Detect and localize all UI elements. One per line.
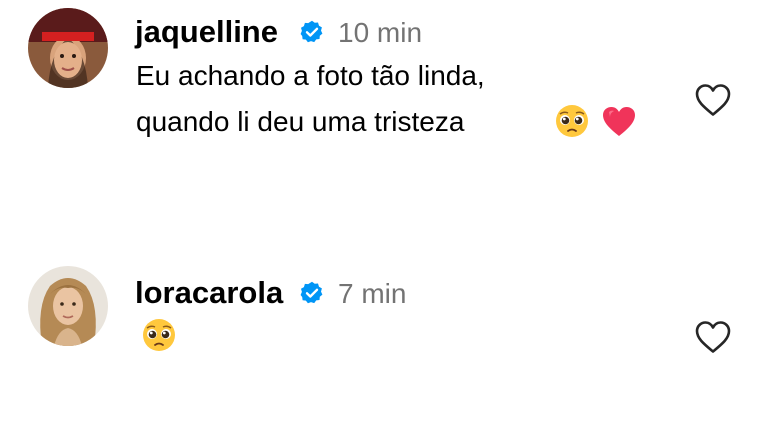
comment-item: loracarola 7 min <box>0 240 774 436</box>
pleading-face-emoji <box>143 319 175 351</box>
comment-text-line-1: Eu achando a foto tão linda, <box>136 60 485 91</box>
comment-item: jaquelline 10 min Eu achando a foto tão … <box>0 0 774 200</box>
comment-username[interactable]: jaquelline <box>135 14 278 50</box>
heart-emoji <box>603 107 635 136</box>
comment-username[interactable]: loracarola <box>135 275 283 311</box>
verified-badge-icon <box>300 20 323 43</box>
comment-timestamp: 10 min <box>338 17 423 48</box>
avatar[interactable] <box>28 266 108 346</box>
avatar-image <box>28 8 108 88</box>
like-heart-icon[interactable] <box>694 319 732 355</box>
comment-text-line-2: quando li deu uma tristeza <box>136 106 465 137</box>
comment-timestamp: 7 min <box>338 278 407 309</box>
avatar-image <box>28 266 108 346</box>
like-heart-icon[interactable] <box>694 82 732 118</box>
verified-badge-icon <box>300 281 323 304</box>
pleading-face-emoji <box>556 105 588 137</box>
avatar[interactable] <box>28 8 108 88</box>
